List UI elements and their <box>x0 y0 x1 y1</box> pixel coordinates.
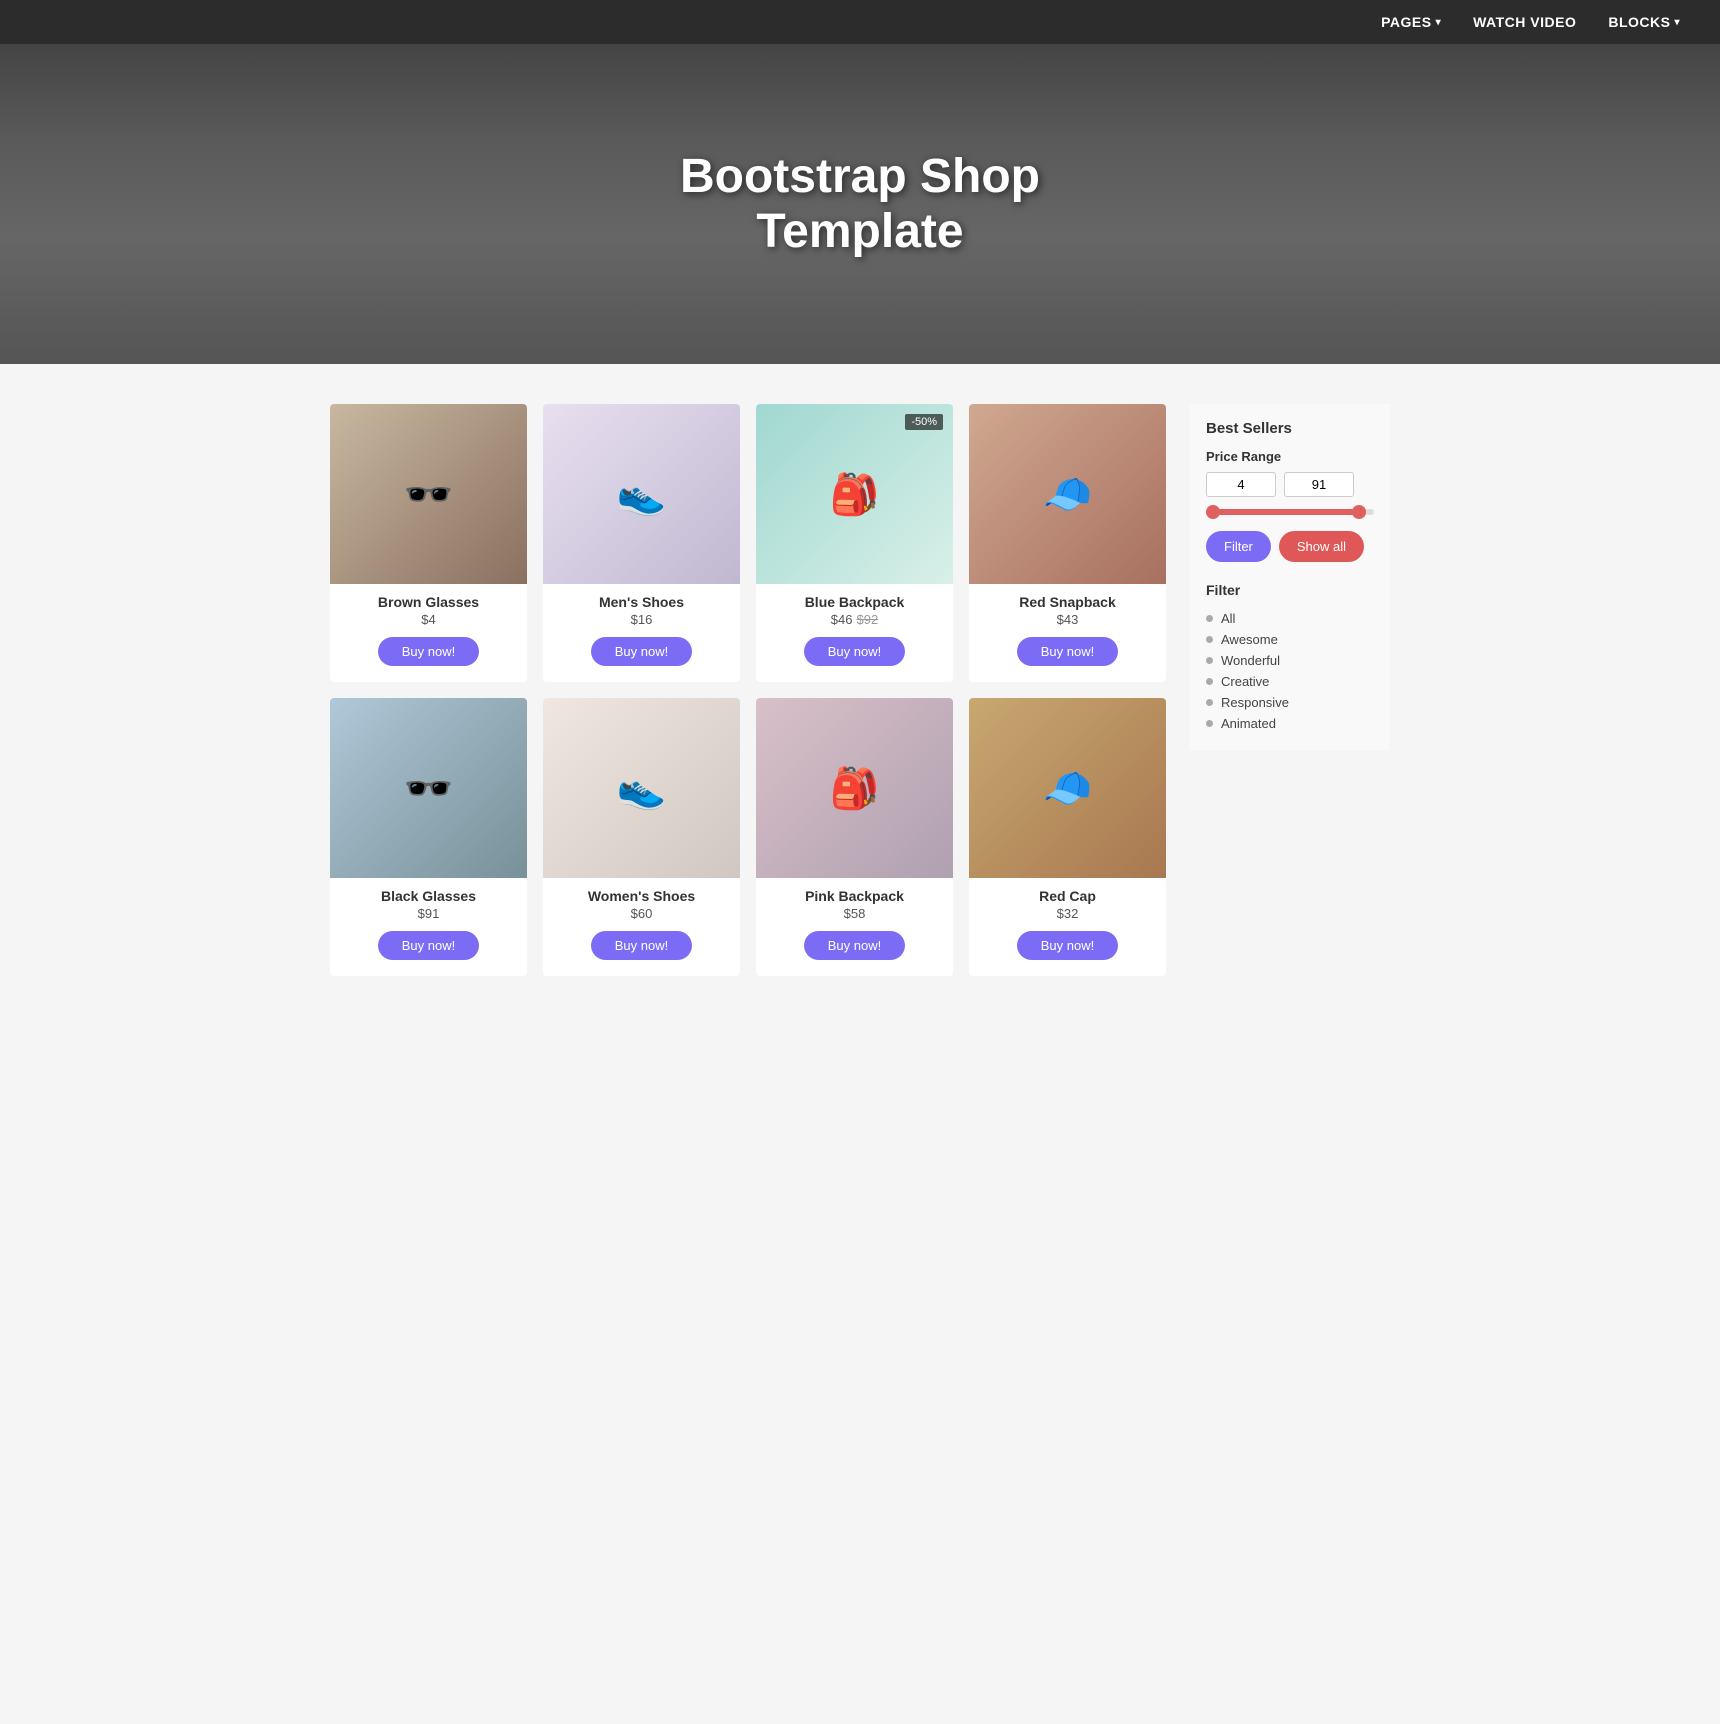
price-max-input[interactable] <box>1284 472 1354 497</box>
products-grid: 🕶️ Brown Glasses $4 Buy now! 👟 Men's Shoes $16… <box>330 404 1166 976</box>
product-image: 🧢 <box>969 404 1166 584</box>
product-card: 🧢 Red Cap $32 Buy now! <box>969 698 1166 976</box>
price-inputs <box>1206 472 1374 497</box>
filter-buttons: Filter Show all <box>1206 531 1374 562</box>
filter-list-item[interactable]: All <box>1206 608 1374 629</box>
filter-dot-icon <box>1206 699 1213 706</box>
chevron-down-icon: ▾ <box>1436 17 1442 28</box>
product-image: 👟 <box>543 404 740 584</box>
buy-now-button[interactable]: Buy now! <box>804 931 905 960</box>
product-image: 🧢 <box>969 698 1166 878</box>
product-image-wrap: 👟 <box>543 404 740 584</box>
hero-title-line1: Bootstrap Shop <box>680 150 1040 203</box>
product-price: $32 <box>969 906 1166 921</box>
product-price: $4 <box>330 612 527 627</box>
product-price: $16 <box>543 612 740 627</box>
product-name: Men's Shoes <box>543 594 740 610</box>
product-card: 🎒-50% Blue Backpack $46$92 Buy now! <box>756 404 953 682</box>
product-image-wrap: 🧢 <box>969 404 1166 584</box>
product-price: $46$92 <box>756 612 953 627</box>
product-image-wrap: 🧢 <box>969 698 1166 878</box>
product-image-wrap: 🕶️ <box>330 698 527 878</box>
range-handle-right[interactable] <box>1352 505 1366 519</box>
nav-item-watch-video[interactable]: WATCH VIDEO <box>1473 14 1576 30</box>
sidebar-content: Best Sellers Price Range Filter Show all… <box>1190 404 1390 750</box>
nav-item-pages[interactable]: PAGES▾ <box>1381 14 1441 30</box>
sidebar: Best Sellers Price Range Filter Show all… <box>1190 404 1390 976</box>
filter-button[interactable]: Filter <box>1206 531 1271 562</box>
filter-dot-icon <box>1206 636 1213 643</box>
range-slider[interactable] <box>1206 509 1374 515</box>
product-card: 👟 Women's Shoes $60 Buy now! <box>543 698 740 976</box>
buy-now-button[interactable]: Buy now! <box>1017 637 1118 666</box>
buy-now-button[interactable]: Buy now! <box>1017 931 1118 960</box>
filter-list-item[interactable]: Responsive <box>1206 692 1374 713</box>
filter-item-label: Wonderful <box>1221 653 1280 668</box>
product-name: Red Cap <box>969 888 1166 904</box>
product-card: 🧢 Red Snapback $43 Buy now! <box>969 404 1166 682</box>
product-price: $60 <box>543 906 740 921</box>
filter-dot-icon <box>1206 678 1213 685</box>
filter-dot-icon <box>1206 657 1213 664</box>
filter-item-label: All <box>1221 611 1235 626</box>
product-image-wrap: 🕶️ <box>330 404 527 584</box>
buy-now-button[interactable]: Buy now! <box>378 637 479 666</box>
product-card: 🕶️ Black Glasses $91 Buy now! <box>330 698 527 976</box>
filter-list-item[interactable]: Wonderful <box>1206 650 1374 671</box>
filter-item-label: Awesome <box>1221 632 1278 647</box>
show-all-button[interactable]: Show all <box>1279 531 1364 562</box>
product-name: Brown Glasses <box>330 594 527 610</box>
product-card: 🕶️ Brown Glasses $4 Buy now! <box>330 404 527 682</box>
filter-list: All Awesome Wonderful Creative Responsive Ani… <box>1206 608 1374 734</box>
products-section: 🕶️ Brown Glasses $4 Buy now! 👟 Men's Shoes $16… <box>330 404 1166 976</box>
product-image: 🎒 <box>756 404 953 584</box>
range-handle-left[interactable] <box>1206 505 1220 519</box>
best-sellers-title: Best Sellers <box>1206 420 1374 437</box>
product-price: $43 <box>969 612 1166 627</box>
chevron-down-icon: ▾ <box>1674 17 1680 28</box>
main-content: 🕶️ Brown Glasses $4 Buy now! 👟 Men's Shoes $16… <box>310 364 1410 1016</box>
nav-item-blocks[interactable]: BLOCKS▾ <box>1608 14 1680 30</box>
filter-list-item[interactable]: Creative <box>1206 671 1374 692</box>
discount-badge: -50% <box>905 414 943 430</box>
product-card: 🎒 Pink Backpack $58 Buy now! <box>756 698 953 976</box>
product-name: Red Snapback <box>969 594 1166 610</box>
product-price: $91 <box>330 906 527 921</box>
range-track <box>1206 509 1366 515</box>
product-image: 🎒 <box>756 698 953 878</box>
buy-now-button[interactable]: Buy now! <box>804 637 905 666</box>
filter-dot-icon <box>1206 720 1213 727</box>
filter-item-label: Responsive <box>1221 695 1289 710</box>
price-min-input[interactable] <box>1206 472 1276 497</box>
product-image: 🕶️ <box>330 404 527 584</box>
product-name: Pink Backpack <box>756 888 953 904</box>
product-original-price: $92 <box>857 612 879 627</box>
buy-now-button[interactable]: Buy now! <box>591 931 692 960</box>
price-range-label: Price Range <box>1206 449 1374 464</box>
product-image: 👟 <box>543 698 740 878</box>
navbar: PAGES▾ WATCH VIDEO BLOCKS▾ <box>0 0 1720 44</box>
hero-title: Bootstrap Shop Template <box>680 149 1040 259</box>
buy-now-button[interactable]: Buy now! <box>378 931 479 960</box>
product-name: Black Glasses <box>330 888 527 904</box>
product-name: Blue Backpack <box>756 594 953 610</box>
product-image-wrap: 🎒-50% <box>756 404 953 584</box>
hero-section: Bootstrap Shop Template <box>0 44 1720 364</box>
hero-title-line2: Template <box>756 205 963 258</box>
filter-list-item[interactable]: Animated <box>1206 713 1374 734</box>
filter-list-item[interactable]: Awesome <box>1206 629 1374 650</box>
product-card: 👟 Men's Shoes $16 Buy now! <box>543 404 740 682</box>
filter-item-label: Animated <box>1221 716 1276 731</box>
product-image-wrap: 🎒 <box>756 698 953 878</box>
buy-now-button[interactable]: Buy now! <box>591 637 692 666</box>
filter-section-title: Filter <box>1206 582 1374 598</box>
product-price: $58 <box>756 906 953 921</box>
product-name: Women's Shoes <box>543 888 740 904</box>
product-image-wrap: 👟 <box>543 698 740 878</box>
filter-dot-icon <box>1206 615 1213 622</box>
filter-item-label: Creative <box>1221 674 1269 689</box>
product-image: 🕶️ <box>330 698 527 878</box>
